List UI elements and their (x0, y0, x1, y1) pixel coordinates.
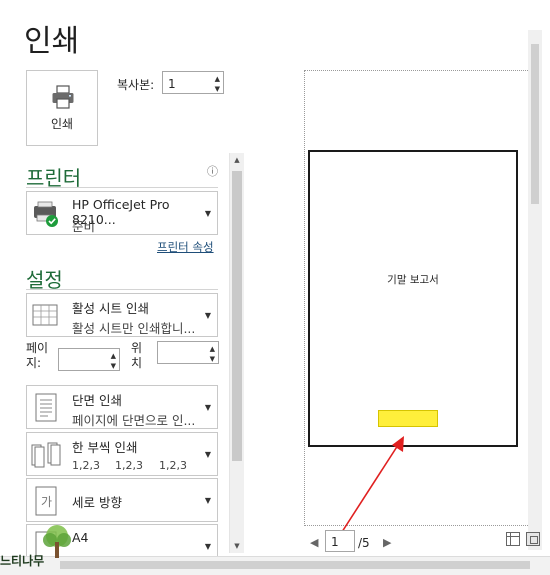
current-page-input[interactable]: 1 (325, 530, 355, 552)
chevron-down-icon: ▼ (204, 403, 211, 412)
collate-title: 한 부씩 인쇄 (72, 440, 138, 455)
sides-select[interactable]: 단면 인쇄 페이지에 단면으로 인... ▼ (26, 385, 218, 429)
previous-page-icon[interactable]: ◀ (310, 536, 318, 549)
preview-scrollbar[interactable] (528, 30, 542, 550)
collate-seq-3: 1,2,3 (159, 459, 187, 472)
portrait-page-icon: 가 (35, 486, 57, 520)
one-sided-page-icon (34, 393, 58, 427)
sheet-grid-icon (32, 302, 58, 332)
page-title: 인쇄 (24, 24, 80, 59)
sides-title: 단면 인쇄 (72, 393, 122, 408)
collate-pages-icon (31, 442, 63, 472)
printer-status: 준비 (72, 219, 96, 234)
spinner-arrows-icon[interactable]: ▲ ▼ (111, 351, 116, 371)
scroll-up-icon[interactable]: ▲ (230, 153, 244, 167)
print-what-title: 활성 시트 인쇄 (72, 301, 149, 316)
collate-select[interactable]: 한 부씩 인쇄 1,2,3 1,2,3 1,2,3 ▼ (26, 432, 218, 476)
pages-to-spinner[interactable]: ▲ ▼ (157, 341, 219, 364)
spinner-arrows-icon[interactable]: ▲ ▼ (215, 74, 220, 94)
chevron-down-icon: ▼ (204, 496, 211, 505)
print-what-select[interactable]: 활성 시트 인쇄 활성 시트만 인쇄합니... ▼ (26, 293, 218, 337)
sides-sub: 페이지에 단면으로 인... (72, 413, 196, 428)
copies-label: 복사본: (117, 78, 155, 92)
settings-scrollbar[interactable]: ▲ ▼ (229, 153, 244, 553)
preview-page-title: 기말 보고서 (387, 274, 439, 286)
printer-icon (51, 85, 75, 113)
watermark-text: 느티나무 (0, 554, 45, 568)
copies-value: 1 (168, 77, 176, 91)
collate-seq-2: 1,2,3 (115, 459, 143, 472)
print-button-label: 인쇄 (50, 117, 74, 131)
print-what-sub: 활성 시트만 인쇄합니... (72, 321, 196, 336)
total-pages: /5 (358, 536, 370, 550)
pages-label: 페이지: (26, 341, 49, 370)
pages-from-spinner[interactable]: ▲ ▼ (58, 348, 120, 371)
scroll-down-icon[interactable]: ▼ (230, 539, 244, 553)
printer-device-icon (32, 200, 60, 232)
printer-select[interactable]: HP OfficeJet Pro 8210... 준비 ▼ (26, 191, 218, 235)
current-page-value: 1 (331, 535, 339, 549)
tree-logo-icon (40, 524, 74, 564)
printer-divider (26, 187, 218, 188)
spinner-arrows-icon[interactable]: ▲ ▼ (210, 344, 215, 364)
settings-divider (26, 289, 218, 290)
paper-size-title: A4 (72, 530, 89, 545)
print-button[interactable]: 인쇄 (26, 70, 98, 146)
printer-properties-link[interactable]: 프린터 속성 (157, 239, 214, 255)
preview-scroll-thumb[interactable] (531, 44, 539, 204)
chevron-down-icon: ▼ (204, 311, 211, 320)
copies-spinner[interactable]: 1 ▲ ▼ (162, 71, 224, 94)
chevron-down-icon: ▼ (204, 450, 211, 459)
info-icon[interactable]: ⓘ (207, 163, 218, 179)
orientation-select[interactable]: 가 세로 방향 ▼ (26, 478, 218, 522)
annotation-arrow (339, 436, 404, 536)
pages-to-label: 위치 (131, 341, 143, 370)
preview-page: 기말 보고서 (308, 150, 518, 447)
next-page-icon[interactable]: ▶ (383, 536, 391, 549)
highlighted-cell (378, 410, 438, 427)
svg-text:가: 가 (41, 495, 52, 509)
scroll-thumb[interactable] (232, 171, 242, 461)
chevron-down-icon: ▼ (204, 209, 211, 218)
show-margins-icon[interactable] (506, 532, 520, 546)
zoom-to-page-icon[interactable] (526, 532, 540, 546)
chevron-down-icon: ▼ (204, 542, 211, 551)
orientation-title: 세로 방향 (72, 495, 122, 510)
collate-seq-1: 1,2,3 (72, 459, 100, 472)
horizontal-scroll-thumb[interactable] (60, 561, 530, 569)
